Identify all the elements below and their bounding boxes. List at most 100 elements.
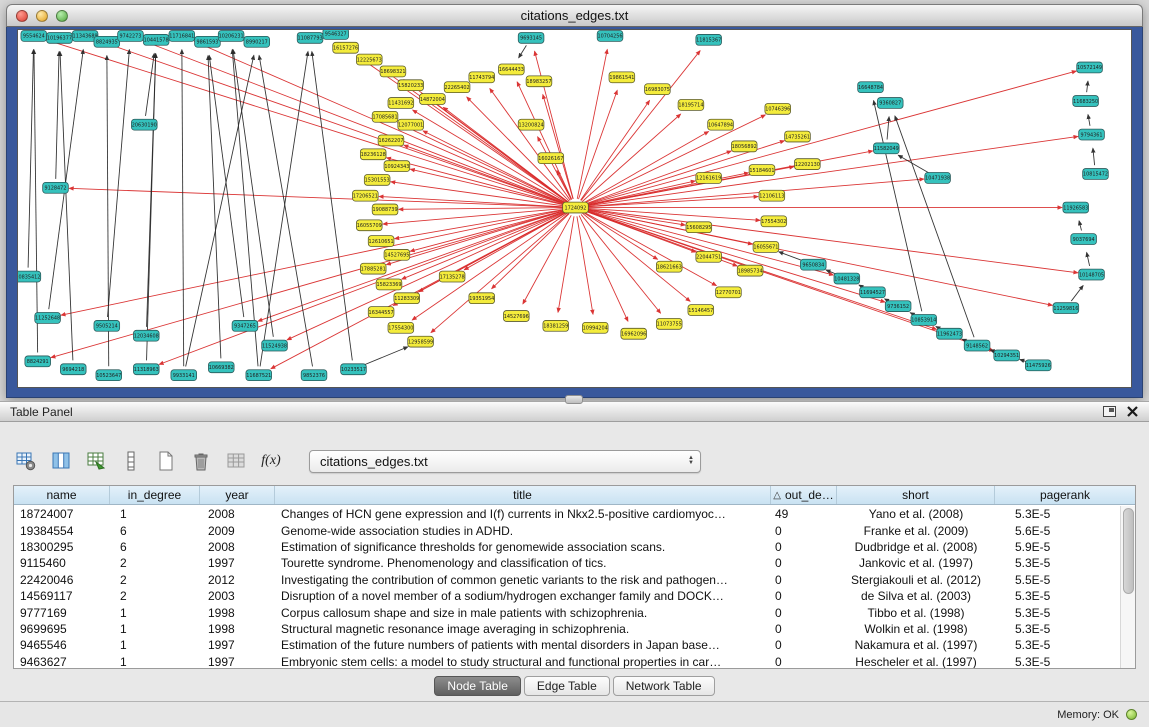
scrollbar-thumb[interactable] xyxy=(1123,508,1134,594)
network-node[interactable]: 11431692 xyxy=(388,98,414,109)
network-edge[interactable] xyxy=(1087,253,1090,266)
network-edge[interactable] xyxy=(28,50,33,268)
network-node[interactable]: 9742273 xyxy=(118,30,144,41)
network-edge[interactable] xyxy=(1071,286,1083,302)
network-node[interactable]: 11475926 xyxy=(1025,360,1051,371)
network-node[interactable]: 10196377 xyxy=(47,32,73,43)
memory-indicator-icon[interactable] xyxy=(1126,709,1137,720)
network-edge[interactable] xyxy=(577,216,593,314)
network-node[interactable]: 11687521 xyxy=(246,370,272,381)
network-node[interactable]: 15823369 xyxy=(376,279,402,290)
tab-edge-table[interactable]: Edge Table xyxy=(524,676,610,696)
merge-table-button[interactable] xyxy=(223,448,249,474)
network-node[interactable]: 17135278 xyxy=(439,271,465,282)
network-node[interactable]: 9852376 xyxy=(301,370,327,381)
network-node[interactable]: 10471938 xyxy=(925,173,951,184)
network-node[interactable]: 10481328 xyxy=(834,273,860,284)
network-edge[interactable] xyxy=(49,50,84,310)
network-node[interactable]: 9360827 xyxy=(877,98,903,109)
network-edge[interactable] xyxy=(107,56,109,367)
network-node[interactable]: 11694527 xyxy=(860,287,886,298)
network-node[interactable]: 18985734 xyxy=(737,265,763,276)
network-node[interactable]: 17885281 xyxy=(360,263,386,274)
network-node[interactable]: 16983075 xyxy=(645,84,671,95)
table-row[interactable]: 1830029562008Estimation of significance … xyxy=(14,539,1120,555)
network-node[interactable]: 22044751 xyxy=(696,251,722,262)
network-node[interactable]: 10994204 xyxy=(582,322,608,333)
network-edge[interactable] xyxy=(583,132,708,204)
function-builder-button[interactable]: f(x) xyxy=(258,448,284,474)
network-edge[interactable] xyxy=(579,216,628,322)
network-edge[interactable] xyxy=(232,50,258,367)
table-row[interactable]: 1938455462009Genome-wide association stu… xyxy=(14,522,1120,538)
network-node[interactable]: 19351954 xyxy=(469,293,495,304)
network-node[interactable]: 9546327 xyxy=(323,29,349,39)
column-header-name[interactable]: name xyxy=(14,486,110,504)
panel-divider-grip[interactable] xyxy=(565,395,583,404)
network-node[interactable]: 20630190 xyxy=(131,119,157,130)
network-node[interactable]: 14527696 xyxy=(503,311,529,322)
network-edge[interactable] xyxy=(98,40,567,204)
network-node[interactable]: 11926583 xyxy=(1063,202,1089,213)
network-node[interactable]: 12161619 xyxy=(696,173,722,184)
table-scrollbar[interactable] xyxy=(1120,506,1135,668)
network-edge[interactable] xyxy=(258,211,567,322)
table-row[interactable]: 946362711997Embryonic stem cells: a mode… xyxy=(14,654,1120,668)
network-node[interactable]: 12770701 xyxy=(716,287,742,298)
network-node[interactable]: 11087793 xyxy=(297,32,323,43)
network-node[interactable]: 11259816 xyxy=(1053,303,1079,314)
network-edge[interactable] xyxy=(577,49,607,198)
network-node[interactable]: 12034608 xyxy=(133,330,159,341)
network-node[interactable]: 8824291 xyxy=(25,356,51,367)
network-node[interactable]: 10441578 xyxy=(143,34,169,45)
select-columns-button[interactable] xyxy=(48,448,74,474)
network-node[interactable]: 16055671 xyxy=(753,242,779,253)
network-node[interactable]: 18983257 xyxy=(526,76,552,87)
network-edge[interactable] xyxy=(538,137,572,200)
network-edge[interactable] xyxy=(362,347,408,366)
table-selector-dropdown[interactable]: citations_edges.txt ▲▼ xyxy=(309,450,701,473)
column-header-pagerank[interactable]: pagerank xyxy=(995,486,1135,504)
network-edge[interactable] xyxy=(34,50,38,353)
network-node[interactable]: 16157276 xyxy=(333,42,359,53)
network-node[interactable]: 22265402 xyxy=(444,82,470,93)
network-node[interactable]: 10746396 xyxy=(765,103,791,114)
network-edge[interactable] xyxy=(1093,148,1095,165)
network-edge[interactable] xyxy=(558,216,574,312)
column-header-title[interactable]: title xyxy=(275,486,771,504)
network-node[interactable]: 14872004 xyxy=(420,94,446,105)
network-edge[interactable] xyxy=(1087,81,1088,92)
network-node[interactable]: 12106113 xyxy=(759,190,785,201)
network-edge[interactable] xyxy=(233,50,273,337)
network-edge[interactable] xyxy=(490,89,570,201)
network-edge[interactable] xyxy=(581,214,661,313)
network-node[interactable]: 11815367 xyxy=(696,34,722,45)
network-node[interactable]: 11252648 xyxy=(35,313,61,324)
column-header-year[interactable]: year xyxy=(200,486,275,504)
table-row[interactable]: 1456911722003Disruption of a novel membe… xyxy=(14,588,1120,604)
network-node[interactable]: 9736152 xyxy=(885,301,911,312)
network-node[interactable]: 10523647 xyxy=(96,370,122,381)
network-node[interactable]: 10924343 xyxy=(384,161,410,172)
table-row[interactable]: 1872400712008Changes of HCN gene express… xyxy=(14,506,1120,522)
network-node[interactable]: 8990217 xyxy=(244,36,270,47)
close-button[interactable] xyxy=(16,10,28,22)
network-edge[interactable] xyxy=(51,210,567,358)
network-node[interactable]: 10233517 xyxy=(341,364,367,375)
network-node[interactable]: 14735261 xyxy=(785,131,811,142)
network-node[interactable]: 10853914 xyxy=(911,315,937,326)
network-node[interactable]: 17085681 xyxy=(372,111,398,122)
network-edge[interactable] xyxy=(887,117,889,140)
network-node[interactable]: 18236128 xyxy=(360,149,386,160)
network-edge[interactable] xyxy=(209,56,244,318)
network-node[interactable]: 1724092 xyxy=(563,202,589,213)
import-table-button[interactable] xyxy=(83,448,109,474)
network-node[interactable]: 15608295 xyxy=(686,222,712,233)
column-header-short[interactable]: short xyxy=(837,486,995,504)
tab-network-table[interactable]: Network Table xyxy=(613,676,715,696)
network-edge[interactable] xyxy=(584,151,873,206)
delete-column-button[interactable] xyxy=(188,448,214,474)
network-node[interactable]: 9037694 xyxy=(1071,234,1097,245)
network-edge[interactable] xyxy=(399,208,567,210)
network-node[interactable]: 15301553 xyxy=(364,174,390,185)
